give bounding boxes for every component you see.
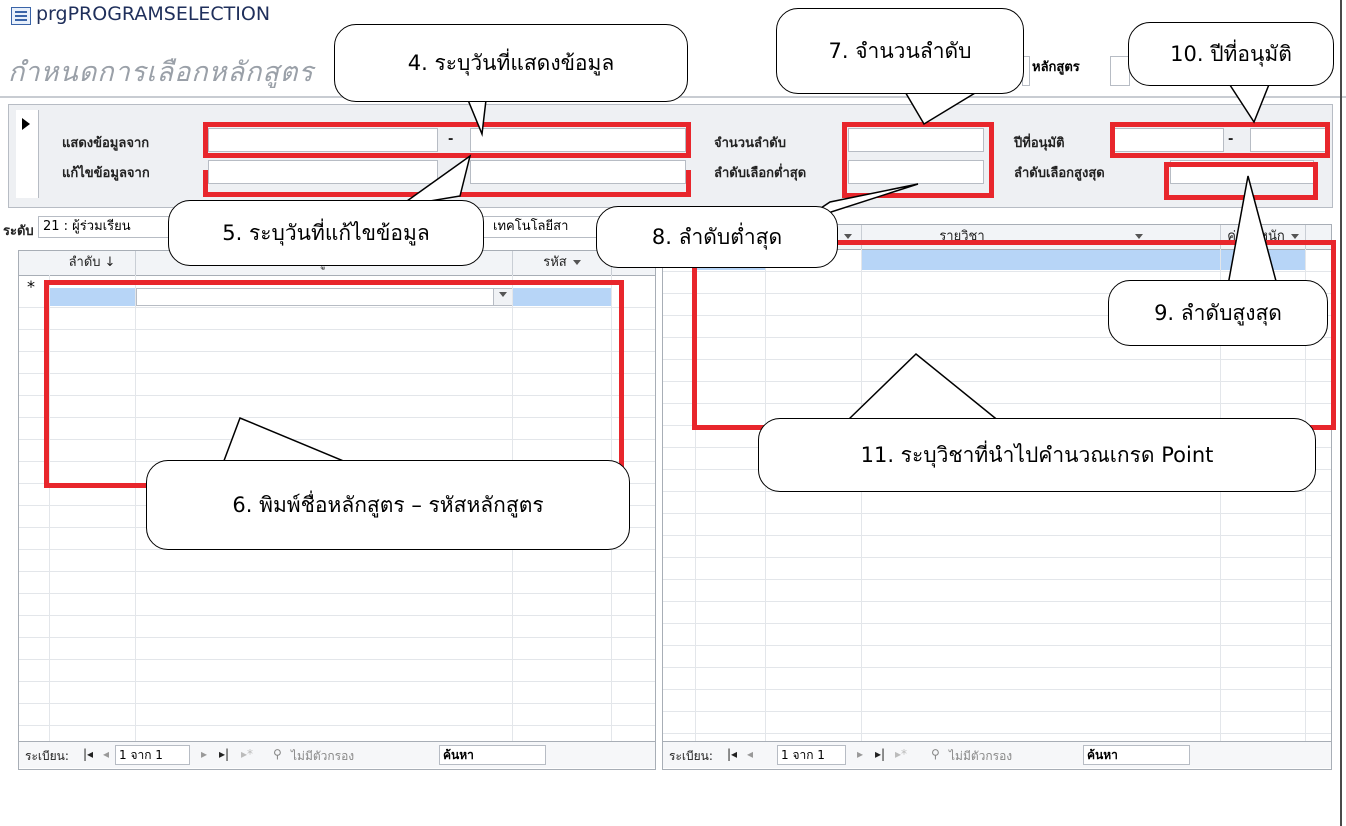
pointer-c4 <box>466 99 487 137</box>
callout-9: 9. ลำดับสูงสุด <box>1108 280 1328 346</box>
callout-7: 7. จำนวนลำดับ <box>776 8 1024 94</box>
pointer-c5 <box>399 154 472 207</box>
callout-6: 6. พิมพ์ชื่อหลักสูตร – รหัสหลักสูตร <box>146 460 630 550</box>
pointer-c11 <box>846 352 1003 423</box>
pointer-c10 <box>1226 81 1272 124</box>
callout-11: 11. ระบุวิชาที่นำไปคำนวณเกรด Point <box>758 418 1316 492</box>
callout-8: 8. ลำดับต่ำสุด <box>596 206 838 268</box>
callout-5: 5. ระบุวันที่แก้ไขข้อมูล <box>168 200 484 266</box>
callout-pointers <box>214 81 1281 483</box>
pointer-c9 <box>1225 175 1281 297</box>
callout-10: 10. ปีที่อนุมัติ <box>1128 22 1334 86</box>
pointer-c7 <box>902 89 983 126</box>
callout-4: 4. ระบุวันที่แสดงข้อมูล <box>334 24 688 102</box>
